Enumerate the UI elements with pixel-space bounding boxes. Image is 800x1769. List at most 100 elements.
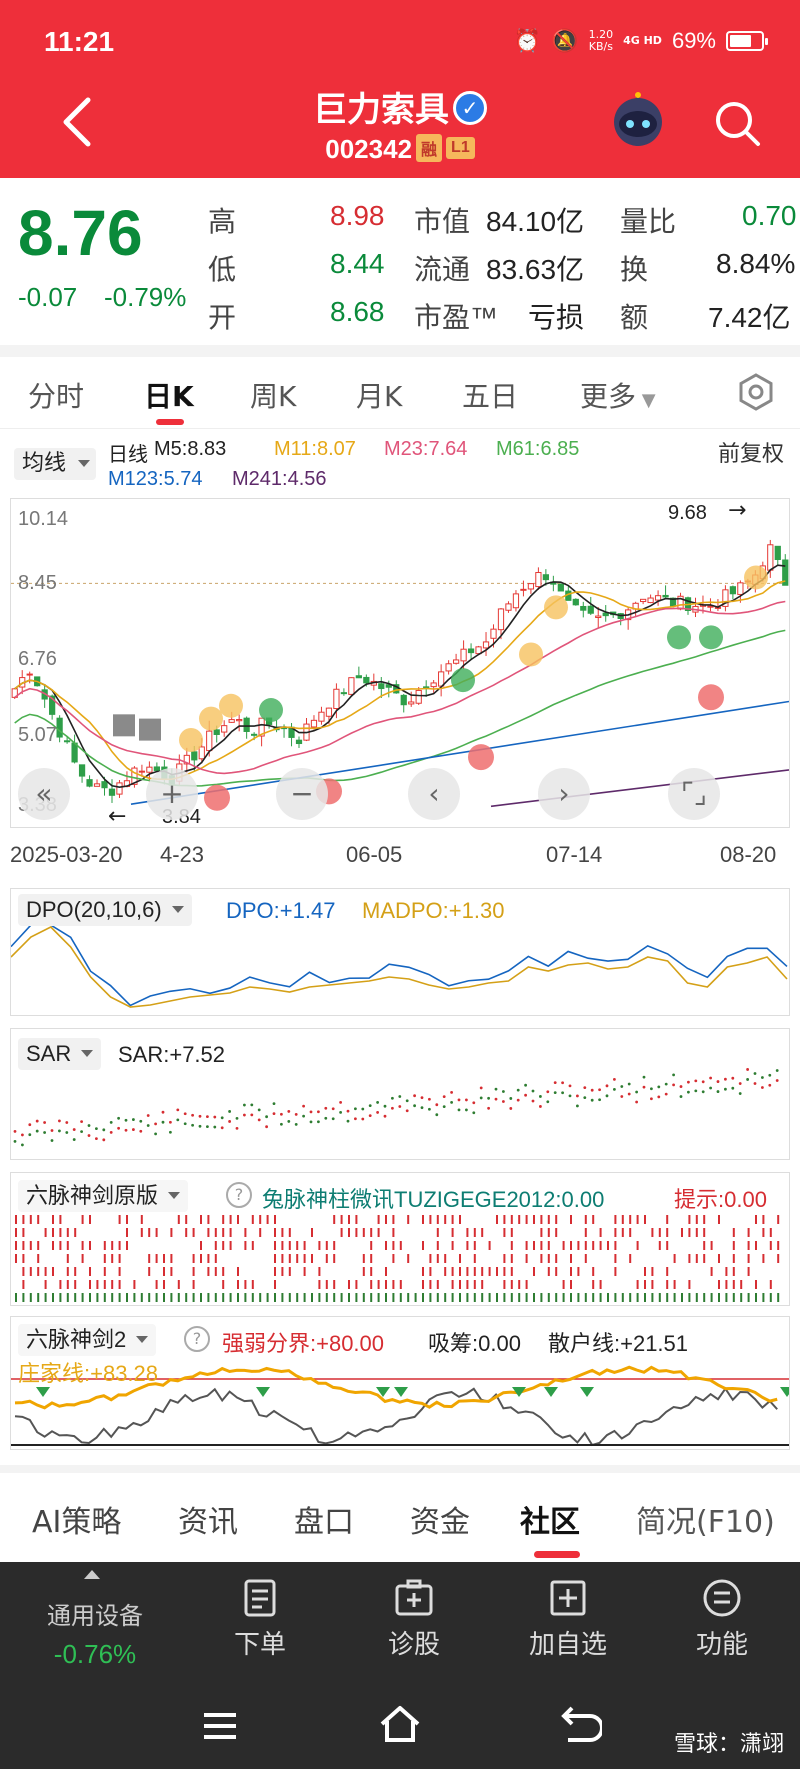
sword-base-bar — [503, 1293, 506, 1302]
sar-dot — [391, 1106, 394, 1110]
sar-dot — [716, 1090, 720, 1093]
sword-bar — [503, 1267, 506, 1276]
adjust-mode[interactable]: 前复权 — [718, 436, 784, 468]
sword-bar — [177, 1215, 180, 1224]
sar-dot — [576, 1104, 579, 1108]
sword-bar — [481, 1228, 484, 1237]
function-button[interactable]: 功能 — [662, 1578, 782, 1661]
tab-five-day[interactable]: 五日 — [462, 375, 518, 415]
sword-bar — [311, 1254, 313, 1263]
zoom-plus-icon[interactable]: + — [146, 768, 198, 820]
sar-dot — [605, 1094, 609, 1098]
sword-bar — [444, 1267, 447, 1276]
signal-marker — [699, 625, 723, 650]
tab-funds[interactable]: 资金 — [410, 1497, 470, 1541]
sword-bar — [695, 1215, 698, 1224]
tab-weekly-k[interactable]: 周K — [250, 375, 296, 415]
sword-bar — [259, 1215, 262, 1224]
six-sword2-accum: 吸筹:0.00 — [428, 1331, 521, 1356]
sword-bar — [540, 1254, 543, 1263]
fullscreen-icon[interactable]: ⌜⌟ — [668, 768, 720, 820]
sar-dot — [487, 1106, 490, 1110]
help-icon-2[interactable]: ? — [184, 1326, 210, 1352]
sword-base-bar — [266, 1293, 269, 1302]
tab-monthly-k[interactable]: 月K — [356, 375, 402, 415]
candle-body — [415, 689, 422, 704]
sword-bar — [155, 1228, 158, 1237]
pan-right-icon[interactable]: › — [538, 768, 590, 820]
tab-f10[interactable]: 简况(F10) — [636, 1497, 775, 1541]
home-icon[interactable] — [378, 1704, 422, 1744]
sword-bar — [222, 1228, 225, 1237]
ai-robot-icon[interactable] — [608, 92, 668, 152]
sar-dot — [457, 1098, 461, 1102]
sword-base-bar — [525, 1293, 528, 1302]
sword-bar — [436, 1241, 439, 1250]
pan-left-icon[interactable]: ‹ — [408, 768, 460, 820]
candle-body — [527, 583, 535, 590]
six-sword2-dropdown[interactable]: 六脉神剑2 — [18, 1324, 157, 1356]
net-speed: 1.20 KB/s — [588, 28, 614, 53]
tab-news[interactable]: 资讯 — [178, 1497, 238, 1541]
sar-dot — [250, 1103, 254, 1107]
tab-order-book[interactable]: 盘口 — [294, 1497, 354, 1541]
sword-base-bar — [466, 1293, 469, 1302]
sword-base-bar — [481, 1293, 484, 1302]
ma-dropdown[interactable]: 均线 — [14, 448, 96, 480]
candle-body — [557, 583, 564, 592]
recent-apps-icon[interactable] — [200, 1710, 240, 1742]
tab-ai-strategy[interactable]: AI策略 — [32, 1497, 121, 1541]
turnover-label: 换 — [620, 254, 649, 285]
sar-dot — [694, 1079, 698, 1083]
tab-more[interactable]: 更多 ▼ — [580, 375, 656, 415]
sector-change: -0.76% — [53, 1639, 137, 1669]
sword-bar — [59, 1241, 62, 1250]
sword-bar — [777, 1241, 780, 1250]
six-sword2-retail: 散户线:+21.51 — [548, 1331, 689, 1356]
sword-bar — [66, 1267, 69, 1276]
candle-body — [93, 783, 101, 787]
add-watchlist-button[interactable]: 加自选 — [508, 1578, 628, 1661]
sector-button[interactable]: 通用设备 -0.76% — [30, 1596, 160, 1670]
sword-base-bar — [237, 1293, 239, 1302]
sword-bar — [214, 1254, 217, 1263]
sword-bar — [163, 1267, 165, 1276]
sword-bar — [385, 1215, 387, 1224]
sar-dot — [516, 1098, 520, 1102]
tab-community[interactable]: 社区 — [520, 1497, 580, 1541]
help-icon[interactable]: ? — [226, 1182, 252, 1208]
sword-bar — [15, 1254, 17, 1263]
sword-bar — [407, 1215, 410, 1224]
sar-dot — [80, 1120, 83, 1124]
sword-bar — [185, 1215, 188, 1224]
sword-bar — [325, 1241, 328, 1250]
tab-daily-k[interactable]: 日K — [144, 375, 194, 415]
sword-bar — [251, 1280, 254, 1289]
sword-bar — [333, 1215, 336, 1224]
sword-bar — [777, 1254, 780, 1263]
search-icon[interactable] — [712, 98, 762, 148]
tab-intraday[interactable]: 分时 — [28, 375, 84, 415]
zoom-minus-icon[interactable]: − — [276, 768, 328, 820]
sar-dropdown[interactable]: SAR — [18, 1038, 102, 1070]
sword-bar — [22, 1280, 25, 1289]
zoom-out-icon[interactable]: « — [18, 768, 70, 820]
order-icon — [244, 1579, 276, 1617]
settings-hex-icon[interactable] — [736, 372, 776, 412]
back-nav-icon[interactable] — [558, 1704, 602, 1744]
diagnose-button[interactable]: 诊股 — [354, 1578, 474, 1661]
sar-dot — [220, 1116, 224, 1120]
sar-dot — [487, 1096, 490, 1100]
sword-bar — [52, 1241, 54, 1250]
dpo-dropdown[interactable]: DPO(20,10,6) — [18, 894, 192, 926]
float-value: 83.63亿 — [486, 254, 585, 285]
order-button[interactable]: 下单 — [200, 1578, 320, 1661]
six-sword-dropdown[interactable]: 六脉神剑原版 — [18, 1180, 189, 1212]
sword-bar — [259, 1228, 262, 1237]
sword-base-bar — [621, 1293, 624, 1302]
sword-base-bar — [703, 1293, 706, 1302]
sword-bar — [703, 1254, 706, 1263]
sword-bar — [599, 1280, 602, 1289]
sword-base-bar — [547, 1293, 550, 1302]
sar-dot — [95, 1137, 98, 1141]
